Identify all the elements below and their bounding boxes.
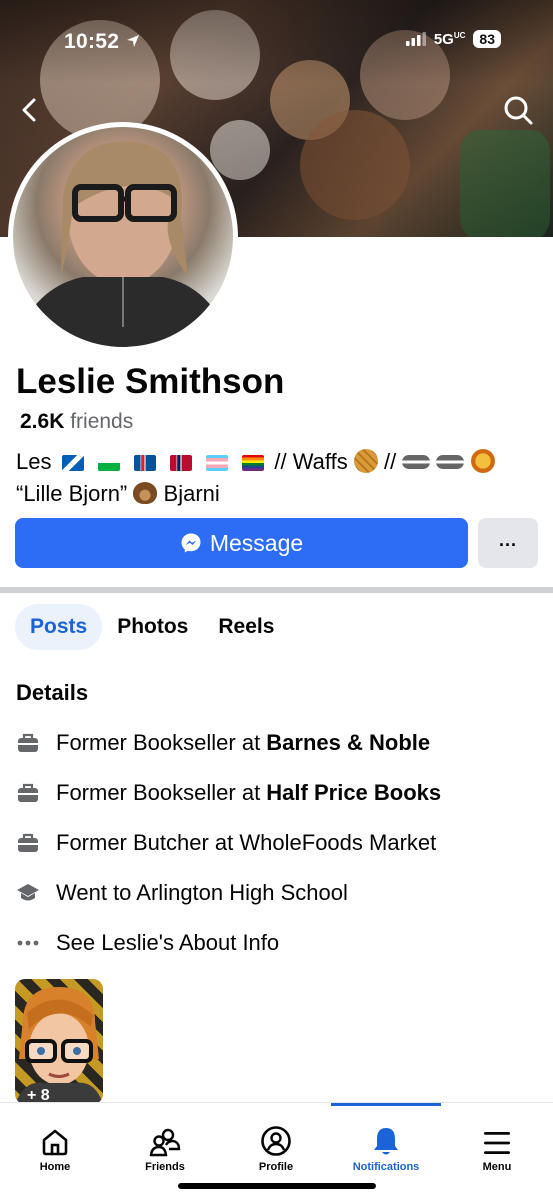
more-dots-icon	[16, 931, 40, 955]
friends-count-label: friends	[70, 410, 134, 433]
signal-icon	[405, 32, 426, 46]
wales-flag-icon	[97, 455, 120, 471]
detail-text: Former Butcher at WholeFoods Market	[56, 830, 437, 855]
nav-home-label: Home	[39, 1161, 71, 1173]
message-button[interactable]: Message	[15, 518, 468, 568]
bio-line-1: Les // Waffs //	[16, 446, 536, 478]
briefcase-icon	[16, 781, 40, 805]
message-button-label: Message	[209, 529, 304, 556]
nav-menu[interactable]: Menu	[442, 1103, 552, 1173]
location-arrow-icon	[127, 35, 140, 47]
detail-text: Former Bookseller at	[56, 730, 267, 755]
chevron-left-icon	[22, 98, 36, 122]
briefcase-icon	[16, 831, 40, 855]
network-text: 5G	[433, 30, 454, 48]
nav-menu-label: Menu	[482, 1161, 512, 1173]
profile-tabs: Posts Photos Reels	[15, 604, 289, 650]
search-button[interactable]	[500, 92, 536, 128]
badger-emoji-icon	[436, 455, 465, 469]
trans-flag-icon	[206, 455, 229, 471]
network-sup: UC	[453, 30, 466, 40]
more-options-button[interactable]: ...	[478, 518, 538, 568]
profile-avatar[interactable]	[8, 122, 238, 352]
profile-icon	[261, 1126, 291, 1156]
detail-item-work-3[interactable]: Former Butcher at WholeFoods Market	[16, 825, 436, 861]
nav-profile[interactable]: Profile	[221, 1103, 331, 1173]
tab-posts[interactable]: Posts	[15, 604, 103, 650]
friends-count[interactable]: 2.6K friends	[20, 410, 133, 434]
search-icon	[504, 96, 533, 125]
detail-item-about-info[interactable]: See Leslie's About Info	[16, 925, 279, 961]
detail-item-education[interactable]: Went to Arlington High School	[16, 875, 348, 911]
battery-indicator: 83	[473, 30, 501, 48]
nav-friends[interactable]: Friends	[110, 1103, 220, 1173]
avatar-photo	[13, 127, 233, 347]
lion-emoji-icon	[470, 449, 495, 473]
profile-name: Leslie Smithson	[16, 362, 285, 401]
bell-icon	[374, 1128, 398, 1155]
status-time: 10:52	[64, 30, 141, 54]
scotland-flag-icon	[61, 455, 84, 471]
featured-thumbnail[interactable]: + 8	[15, 979, 103, 1104]
detail-text: Went to Arlington High School	[56, 880, 348, 905]
status-time-text: 10:52	[64, 30, 120, 53]
more-options-label: ...	[498, 529, 517, 550]
bio-waffs: // Waffs	[274, 449, 348, 474]
pride-flag-icon	[242, 455, 265, 471]
bear-emoji-icon	[133, 482, 158, 504]
nav-profile-label: Profile	[258, 1161, 294, 1173]
status-bar: 10:52 5GUC 83	[0, 0, 553, 80]
tab-photos[interactable]: Photos	[102, 604, 203, 650]
nav-notifications-label: Notifications	[352, 1161, 420, 1173]
profile-bio: Les // Waffs // “Lille Bjorn” Bjarni	[16, 446, 536, 510]
nav-notifications[interactable]: Notifications	[331, 1103, 441, 1173]
detail-item-work-1[interactable]: Former Bookseller at Barnes & Noble	[16, 725, 430, 761]
home-icon	[42, 1129, 68, 1156]
norway-flag-icon	[169, 455, 192, 471]
friends-icon	[149, 1128, 181, 1157]
detail-employer[interactable]: Barnes & Noble	[266, 730, 430, 756]
tab-reels[interactable]: Reels	[203, 604, 289, 650]
menu-icon	[484, 1132, 510, 1154]
briefcase-icon	[16, 731, 40, 755]
nav-home[interactable]: Home	[0, 1103, 110, 1173]
badger-emoji-icon	[402, 455, 431, 469]
home-indicator	[178, 1183, 376, 1189]
detail-text: See Leslie's About Info	[56, 930, 280, 955]
bio-separator: //	[383, 449, 397, 474]
bio-line-2: “Lille Bjorn” Bjarni	[16, 478, 536, 510]
avatar-figure	[13, 141, 233, 347]
bio-prefix: Les	[16, 449, 52, 474]
detail-text: Former Bookseller at	[56, 780, 267, 805]
section-divider	[0, 587, 553, 593]
detail-employer[interactable]: Half Price Books	[266, 780, 441, 806]
nav-friends-label: Friends	[145, 1161, 185, 1173]
status-right: 5GUC 83	[405, 30, 501, 48]
bio-bjarni: Bjarni	[163, 481, 220, 506]
messenger-icon	[181, 533, 201, 553]
details-heading: Details	[16, 680, 89, 705]
iceland-flag-icon	[133, 455, 156, 471]
detail-item-work-2[interactable]: Former Bookseller at Half Price Books	[16, 775, 441, 811]
graduation-cap-icon	[16, 881, 40, 905]
bio-nickname: “Lille Bjorn”	[16, 481, 128, 506]
waffle-emoji-icon	[353, 449, 378, 473]
friends-count-number: 2.6K	[20, 410, 65, 433]
cartoon-avatar-image	[15, 987, 103, 1104]
back-button[interactable]	[12, 92, 48, 128]
network-type: 5GUC	[434, 31, 466, 48]
